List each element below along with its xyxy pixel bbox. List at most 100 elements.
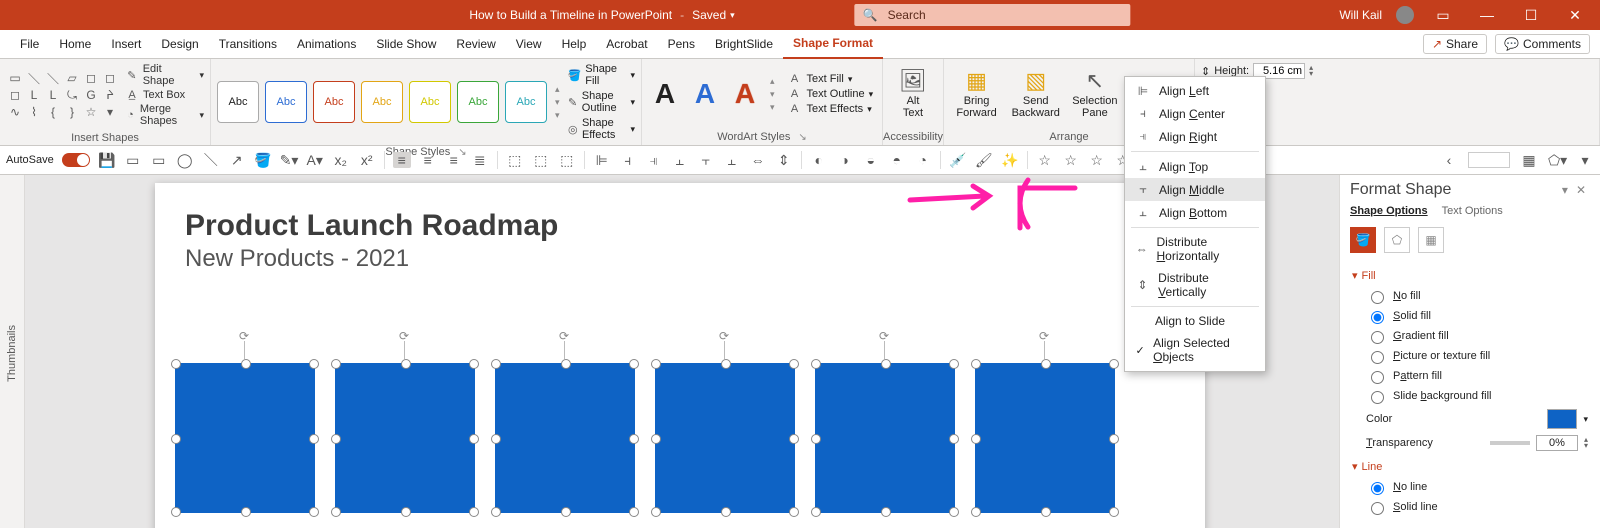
regroup-icon[interactable]: ⬚ <box>558 152 576 169</box>
no-line-radio[interactable]: No line <box>1352 477 1588 497</box>
justify-icon[interactable]: ≣ <box>471 152 489 169</box>
tab-file[interactable]: File <box>10 30 49 58</box>
text-box-button[interactable]: A̲Text Box <box>125 89 204 101</box>
distribute-v-item[interactable]: ⇕Distribute Vertically <box>1125 267 1265 303</box>
ribbon-display-icon[interactable]: ▭ <box>1428 7 1458 24</box>
comments-button[interactable]: 💬Comments <box>1495 34 1590 54</box>
wordart-gallery[interactable]: AAA ▴▾▾ <box>648 76 781 113</box>
shape-rect[interactable]: ⟳ <box>335 363 475 513</box>
align-middle-item[interactable]: ⫟Align Middle <box>1125 178 1265 201</box>
fill-line-icon[interactable]: 🪣 <box>1350 227 1376 253</box>
picture-fill-radio[interactable]: Picture or texture fill <box>1352 346 1588 366</box>
gallery-scroll[interactable]: ▴▾▾ <box>553 84 562 121</box>
rotate-handle-icon[interactable]: ⟳ <box>719 329 729 343</box>
solid-fill-radio[interactable]: Solid fill <box>1352 306 1588 326</box>
saved-status[interactable]: Saved▾ <box>692 8 735 22</box>
outline-color-icon[interactable]: ✎▾ <box>280 152 298 169</box>
rotate-handle-icon[interactable]: ⟳ <box>399 329 409 343</box>
tab-home[interactable]: Home <box>49 30 101 58</box>
align-obj-top-icon[interactable]: ⫠ <box>671 152 689 169</box>
align-center-item[interactable]: ⫞Align Center <box>1125 102 1265 125</box>
distribute-h-item[interactable]: ⇔Distribute Horizontally <box>1125 231 1265 267</box>
save-icon[interactable]: 💾 <box>98 152 116 169</box>
align-obj-bottom-icon[interactable]: ⫠ <box>723 152 741 169</box>
oval-icon[interactable]: ◯ <box>176 152 194 169</box>
superscript-icon[interactable]: x² <box>358 152 376 168</box>
align-right-icon[interactable]: ≡ <box>445 152 463 168</box>
dist-v-icon[interactable]: ⇕ <box>775 152 793 169</box>
no-fill-radio[interactable]: No fill <box>1352 286 1588 306</box>
rotate-handle-icon[interactable]: ⟳ <box>239 329 249 343</box>
slide-subtitle[interactable]: New Products - 2021 <box>185 245 1205 273</box>
text-effects-button[interactable]: AText Effects▾ <box>787 103 874 115</box>
fill-icon[interactable]: 🪣 <box>254 152 272 169</box>
slide-bg-fill-radio[interactable]: Slide background fill <box>1352 386 1588 406</box>
bring-forward-button[interactable]: ▦Bring Forward <box>950 69 1003 119</box>
tab-shape-format[interactable]: Shape Format <box>783 29 883 59</box>
text-outline-button[interactable]: AText Outline▾ <box>787 88 874 100</box>
intersect-icon[interactable]: ◓ <box>888 152 906 168</box>
line-section-toggle[interactable]: ▾ Line <box>1352 460 1588 473</box>
shape-styles-gallery[interactable]: Abc Abc Abc Abc Abc Abc Abc ▴▾▾ <box>217 81 562 123</box>
combine-icon[interactable]: ◑ <box>836 152 854 168</box>
search-box[interactable]: 🔍 <box>855 4 1131 26</box>
format-painter-icon[interactable]: 🖌 <box>975 152 993 169</box>
align-to-slide-item[interactable]: Align to Slide <box>1125 310 1265 332</box>
rotate-handle-icon[interactable]: ⟳ <box>1039 329 1049 343</box>
merge-shapes-button[interactable]: ◔Merge Shapes▾ <box>125 103 204 127</box>
tab-slide-show[interactable]: Slide Show <box>366 30 446 58</box>
close-icon[interactable]: ✕ <box>1560 7 1590 24</box>
transparency-value[interactable]: 0% <box>1536 435 1578 451</box>
tab-acrobat[interactable]: Acrobat <box>596 30 657 58</box>
star1-icon[interactable]: ☆ <box>1036 152 1054 169</box>
subtract-icon[interactable]: ◔ <box>914 152 932 168</box>
tab-pens[interactable]: Pens <box>658 30 705 58</box>
align-obj-center-icon[interactable]: ⫞ <box>619 152 637 169</box>
minimize-icon[interactable]: — <box>1472 7 1502 23</box>
shape-fill-button[interactable]: 🪣Shape Fill▾ <box>568 63 635 87</box>
fill-color-picker[interactable] <box>1547 409 1577 429</box>
search-input[interactable] <box>886 7 1123 23</box>
maximize-icon[interactable]: ☐ <box>1516 7 1546 24</box>
font-color-icon[interactable]: A▾ <box>306 152 324 169</box>
arrow-icon[interactable]: ↗ <box>228 152 246 169</box>
merge-icon[interactable]: ◐ <box>810 152 828 168</box>
misc2-icon[interactable]: ⬠▾ <box>1548 152 1566 169</box>
shapes-gallery[interactable]: ▭＼＼▱◻◻ ◻LL⤿Gᔨ ∿⌇{}☆▾ <box>6 70 119 120</box>
dist-h-icon[interactable]: ⇔ <box>749 152 767 168</box>
text-options-tab[interactable]: Text Options <box>1442 205 1503 217</box>
tab-animations[interactable]: Animations <box>287 30 366 58</box>
group-icon[interactable]: ⬚ <box>506 152 524 169</box>
align-left-item[interactable]: ⊫Align Left <box>1125 80 1265 102</box>
misc1-icon[interactable]: ▦ <box>1520 152 1538 169</box>
tab-brightslide[interactable]: BrightSlide <box>705 30 783 58</box>
pane-menu-icon[interactable]: ▾ <box>1558 183 1572 197</box>
rotate-handle-icon[interactable]: ⟳ <box>879 329 889 343</box>
tab-design[interactable]: Design <box>151 30 208 58</box>
tab-review[interactable]: Review <box>446 30 505 58</box>
pattern-fill-radio[interactable]: Pattern fill <box>1352 366 1588 386</box>
tab-help[interactable]: Help <box>552 30 597 58</box>
rect-icon[interactable]: ▭ <box>150 152 168 169</box>
alt-text-button[interactable]: 🖼Alt Text <box>889 69 937 119</box>
align-center-icon[interactable]: ≡ <box>419 152 437 168</box>
autosave-toggle[interactable] <box>62 153 90 167</box>
collapse-ribbon-icon[interactable]: ▾ <box>1576 152 1594 169</box>
shape-options-tab[interactable]: Shape Options <box>1350 205 1428 217</box>
fill-section-toggle[interactable]: ▾ Fill <box>1352 269 1588 282</box>
star2-icon[interactable]: ☆ <box>1062 152 1080 169</box>
subscript-icon[interactable]: x₂ <box>332 152 350 168</box>
chevron-left-icon[interactable]: ‹ <box>1440 152 1458 168</box>
shape-rect[interactable]: ⟳ <box>495 363 635 513</box>
anim-painter-icon[interactable]: ✨ <box>1001 152 1019 169</box>
eyedropper-icon[interactable]: 💉 <box>949 152 967 169</box>
line-icon[interactable]: ＼ <box>202 150 220 170</box>
dialog-launcher-icon[interactable]: ↘ <box>798 132 806 143</box>
shape-rect[interactable]: ⟳ <box>975 363 1115 513</box>
shape-effects-button[interactable]: ◎Shape Effects▾ <box>568 117 635 141</box>
share-button[interactable]: ↗Share <box>1423 34 1487 54</box>
pane-close-icon[interactable]: ✕ <box>1572 183 1590 197</box>
shape-rect[interactable]: ⟳ <box>655 363 795 513</box>
align-bottom-item[interactable]: ⫠Align Bottom <box>1125 201 1265 224</box>
edit-shape-button[interactable]: ✎Edit Shape▾ <box>125 63 204 87</box>
